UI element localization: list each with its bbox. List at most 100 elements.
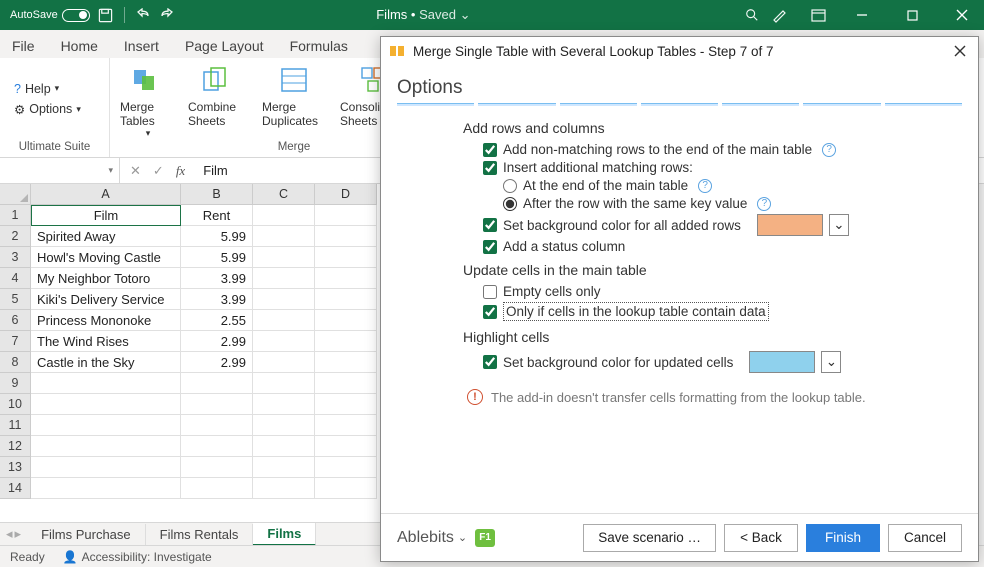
cell[interactable] [31, 415, 181, 436]
cell[interactable]: 3.99 [181, 268, 253, 289]
name-box[interactable]: ▾ [0, 158, 120, 183]
cell[interactable] [253, 373, 315, 394]
opt-insert-additional[interactable]: Insert additional matching rows: [483, 160, 962, 175]
help-icon[interactable]: ? [822, 143, 836, 157]
cell[interactable] [253, 478, 315, 499]
cell[interactable] [253, 226, 315, 247]
row-header[interactable]: 9 [0, 373, 31, 394]
cell[interactable] [315, 352, 377, 373]
opt-lookup-contain[interactable]: Only if cells in the lookup table contai… [483, 302, 962, 321]
combine-sheets-button[interactable]: Combine Sheets [188, 64, 250, 128]
ribbon-display-icon[interactable] [810, 7, 826, 23]
cell[interactable] [31, 436, 181, 457]
cell[interactable] [253, 268, 315, 289]
cell[interactable] [315, 268, 377, 289]
cell[interactable]: 3.99 [181, 289, 253, 310]
help-button[interactable]: ? Help ▾ [10, 81, 85, 97]
color-picker-added[interactable] [757, 214, 823, 236]
back-button[interactable]: < Back [724, 524, 798, 552]
opt-status-column[interactable]: Add a status column [483, 239, 962, 254]
col-header-A[interactable]: A [31, 184, 181, 205]
dialog-close-button[interactable] [950, 41, 970, 61]
cell[interactable] [315, 373, 377, 394]
cell[interactable] [253, 205, 315, 226]
cell[interactable]: 5.99 [181, 226, 253, 247]
row-header[interactable]: 12 [0, 436, 31, 457]
row-header[interactable]: 7 [0, 331, 31, 352]
ablebits-brand[interactable]: Ablebits ⌄ [397, 529, 467, 547]
row-header[interactable]: 10 [0, 394, 31, 415]
cell[interactable] [253, 331, 315, 352]
radio-after-key[interactable]: After the row with the same key value? [503, 196, 962, 211]
row-header[interactable]: 1 [0, 205, 31, 226]
cell[interactable] [31, 394, 181, 415]
finish-button[interactable]: Finish [806, 524, 880, 552]
cell[interactable] [181, 415, 253, 436]
row-header[interactable]: 6 [0, 310, 31, 331]
sheet-tab-films-rentals[interactable]: Films Rentals [146, 524, 254, 545]
cell[interactable] [31, 478, 181, 499]
cell[interactable]: Spirited Away [31, 226, 181, 247]
row-header[interactable]: 5 [0, 289, 31, 310]
tab-insert[interactable]: Insert [122, 34, 161, 58]
cancel-button[interactable]: Cancel [888, 524, 962, 552]
cell[interactable]: My Neighbor Totoro [31, 268, 181, 289]
cell[interactable] [315, 289, 377, 310]
sheet-tab-films-purchase[interactable]: Films Purchase [27, 524, 146, 545]
minimize-button[interactable] [848, 0, 876, 30]
cell[interactable]: 2.99 [181, 352, 253, 373]
sheet-tab-films[interactable]: Films [253, 523, 316, 546]
maximize-button[interactable] [898, 0, 926, 30]
color-picker-updated[interactable] [749, 351, 815, 373]
cell[interactable] [315, 310, 377, 331]
save-scenario-button[interactable]: Save scenario … [583, 524, 716, 552]
fx-icon[interactable]: fx [176, 163, 185, 179]
row-header[interactable]: 11 [0, 415, 31, 436]
cell[interactable]: 2.55 [181, 310, 253, 331]
options-button[interactable]: ⚙ Options ▾ [10, 101, 85, 118]
help-icon[interactable]: ? [698, 179, 712, 193]
cell[interactable] [253, 436, 315, 457]
col-header-D[interactable]: D [315, 184, 377, 205]
cell[interactable] [253, 457, 315, 478]
cell[interactable] [315, 394, 377, 415]
redo-icon[interactable] [159, 7, 175, 23]
cell[interactable] [315, 226, 377, 247]
row-header[interactable]: 8 [0, 352, 31, 373]
autosave-toggle[interactable]: AutoSave [10, 9, 90, 22]
opt-empty-only[interactable]: Empty cells only [483, 284, 962, 299]
cell[interactable] [315, 436, 377, 457]
cell[interactable] [181, 436, 253, 457]
cell[interactable]: Princess Mononoke [31, 310, 181, 331]
save-icon[interactable] [98, 7, 114, 23]
cell[interactable] [315, 478, 377, 499]
cell[interactable] [181, 373, 253, 394]
cell[interactable] [253, 415, 315, 436]
cancel-formula-icon[interactable]: ✕ [130, 163, 141, 179]
select-all-triangle[interactable] [0, 184, 31, 205]
row-header[interactable]: 13 [0, 457, 31, 478]
cell[interactable]: Rent [181, 205, 253, 226]
cell[interactable] [253, 247, 315, 268]
accessibility-status[interactable]: 👤Accessibility: Investigate [63, 550, 212, 564]
chevron-down-icon[interactable]: ⌄ [829, 214, 849, 236]
cell[interactable]: 5.99 [181, 247, 253, 268]
merge-duplicates-button[interactable]: Merge Duplicates [262, 64, 328, 128]
sheet-nav-prev-icon[interactable]: ◂ [6, 526, 13, 542]
cell[interactable] [253, 289, 315, 310]
sheet-nav-next-icon[interactable]: ▸ [15, 526, 22, 542]
tab-file[interactable]: File [10, 34, 37, 58]
opt-add-nonmatching[interactable]: Add non-matching rows to the end of the … [483, 142, 962, 157]
col-header-C[interactable]: C [253, 184, 315, 205]
cell[interactable] [31, 457, 181, 478]
opt-bg-added[interactable]: Set background color for all added rows … [483, 214, 962, 236]
f1-help-icon[interactable]: F1 [475, 529, 495, 547]
radio-at-end[interactable]: At the end of the main table? [503, 178, 962, 193]
row-header[interactable]: 4 [0, 268, 31, 289]
cell[interactable]: 2.99 [181, 331, 253, 352]
cell[interactable]: Kiki's Delivery Service [31, 289, 181, 310]
cell[interactable] [181, 394, 253, 415]
cell[interactable] [315, 205, 377, 226]
pen-icon[interactable] [772, 7, 788, 23]
col-header-B[interactable]: B [181, 184, 253, 205]
